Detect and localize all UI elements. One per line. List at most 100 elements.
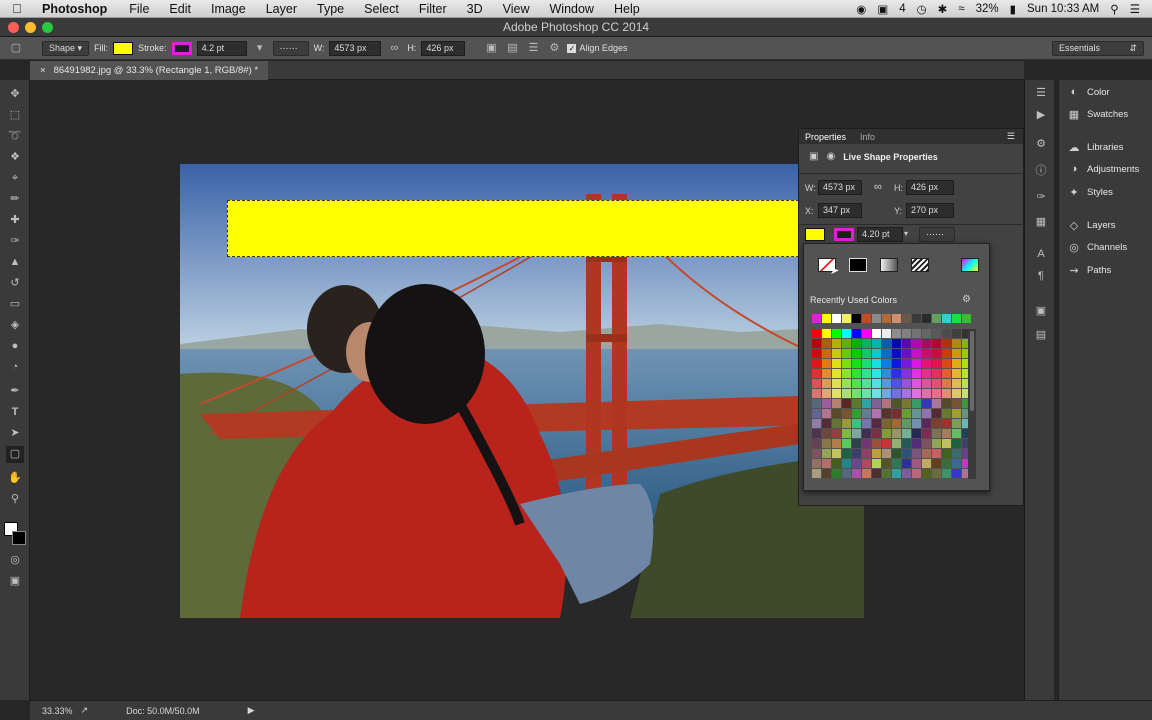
- eyedropper-tool-icon[interactable]: ✏: [6, 191, 24, 208]
- rectangle-tool-icon[interactable]: ▢: [6, 446, 24, 463]
- color-swatch[interactable]: [862, 329, 871, 338]
- color-swatch[interactable]: [922, 389, 931, 398]
- picker-scrollbar[interactable]: [968, 329, 976, 479]
- menu-3d[interactable]: 3D: [457, 2, 493, 16]
- clock-text[interactable]: Sun 10:33 AM: [1027, 3, 1099, 15]
- document-tab[interactable]: × 86491982.jpg @ 33.3% (Rectangle 1, RGB…: [30, 61, 269, 80]
- color-swatch[interactable]: [942, 449, 951, 458]
- color-swatch[interactable]: [862, 419, 871, 428]
- color-swatch[interactable]: [932, 349, 941, 358]
- color-swatch[interactable]: [852, 469, 861, 478]
- color-swatch[interactable]: [922, 449, 931, 458]
- record-icon[interactable]: ◉: [856, 2, 866, 16]
- zoom-tool-icon[interactable]: ⚲: [6, 491, 24, 508]
- color-swatch[interactable]: [832, 379, 841, 388]
- color-swatch[interactable]: [952, 379, 961, 388]
- color-swatch[interactable]: [902, 449, 911, 458]
- color-swatch[interactable]: [862, 369, 871, 378]
- blur-tool-icon[interactable]: ●: [6, 338, 24, 355]
- color-swatch[interactable]: [932, 359, 941, 368]
- healing-brush-tool-icon[interactable]: ✚: [6, 212, 24, 229]
- color-swatch[interactable]: [872, 429, 881, 438]
- color-swatch[interactable]: [832, 329, 841, 338]
- width-field[interactable]: 4573 px: [329, 40, 382, 56]
- color-swatch[interactable]: [912, 469, 921, 478]
- recent-color-swatch[interactable]: [812, 314, 821, 323]
- color-swatch[interactable]: [842, 329, 851, 338]
- color-swatch[interactable]: [952, 419, 961, 428]
- recent-color-swatch[interactable]: [872, 314, 881, 323]
- color-swatch[interactable]: [862, 439, 871, 448]
- menu-edit[interactable]: Edit: [159, 2, 201, 16]
- color-swatch[interactable]: [852, 349, 861, 358]
- align-edges-checkbox[interactable]: ✓ Align Edges: [567, 43, 627, 53]
- prop-h-field[interactable]: 426 px: [906, 180, 954, 195]
- channels-panel-item[interactable]: ◎ Channels: [1067, 241, 1127, 255]
- panel-menu-icon[interactable]: ☰: [1007, 131, 1015, 142]
- color-swatch[interactable]: [932, 469, 941, 478]
- color-swatch[interactable]: [942, 399, 951, 408]
- color-swatch[interactable]: [852, 449, 861, 458]
- color-swatch[interactable]: [912, 349, 921, 358]
- menu-help[interactable]: Help: [604, 2, 650, 16]
- prop-x-field[interactable]: 347 px: [818, 203, 862, 218]
- stroke-width-field[interactable]: 4.2 pt: [196, 40, 247, 56]
- color-swatch[interactable]: [832, 349, 841, 358]
- color-swatch[interactable]: [932, 429, 941, 438]
- color-swatch[interactable]: [872, 329, 881, 338]
- color-swatch[interactable]: [922, 379, 931, 388]
- color-swatch[interactable]: [882, 379, 891, 388]
- tab-properties[interactable]: Properties: [805, 132, 846, 142]
- color-swatch[interactable]: [922, 349, 931, 358]
- gear-icon[interactable]: ⚙: [546, 41, 562, 56]
- color-swatch[interactable]: [882, 439, 891, 448]
- color-swatch[interactable]: [952, 459, 961, 468]
- color-swatch[interactable]: [812, 449, 821, 458]
- color-swatch[interactable]: [882, 349, 891, 358]
- color-swatch[interactable]: [812, 349, 821, 358]
- swatches-panel-item[interactable]: ▦ Swatches: [1067, 108, 1128, 122]
- menu-image[interactable]: Image: [201, 2, 256, 16]
- color-swatch[interactable]: [892, 359, 901, 368]
- move-tool-icon[interactable]: ✥: [6, 86, 24, 103]
- pattern-button[interactable]: [911, 258, 929, 272]
- prop-stroke-type-dropdown[interactable]: ⋯⋯: [919, 227, 955, 242]
- properties-panel-icon[interactable]: ⚙: [1033, 137, 1049, 153]
- color-swatch[interactable]: [812, 329, 821, 338]
- recent-color-swatch[interactable]: [932, 314, 941, 323]
- color-swatch[interactable]: [922, 339, 931, 348]
- color-swatch[interactable]: [852, 389, 861, 398]
- recent-color-swatch[interactable]: [942, 314, 951, 323]
- color-swatch[interactable]: [952, 339, 961, 348]
- color-swatch[interactable]: [902, 359, 911, 368]
- stroke-type-dropdown[interactable]: ⋯⋯: [272, 40, 309, 56]
- color-swatch[interactable]: [942, 409, 951, 418]
- height-field[interactable]: 426 px: [421, 40, 466, 56]
- color-swatch[interactable]: [922, 419, 931, 428]
- color-swatch[interactable]: [902, 429, 911, 438]
- color-swatch[interactable]: [872, 449, 881, 458]
- color-swatch[interactable]: [832, 389, 841, 398]
- color-swatch[interactable]: [872, 359, 881, 368]
- color-swatch[interactable]: [832, 439, 841, 448]
- menu-file[interactable]: File: [119, 2, 159, 16]
- color-swatch[interactable]: [942, 429, 951, 438]
- brush-presets-icon[interactable]: ▦: [1033, 215, 1049, 231]
- color-swatch[interactable]: [852, 459, 861, 468]
- color-swatch[interactable]: [812, 419, 821, 428]
- color-swatch[interactable]: [942, 459, 951, 468]
- prop-stroke-width-field[interactable]: 4.20 pt: [857, 227, 903, 242]
- color-swatch[interactable]: [942, 369, 951, 378]
- menu-select[interactable]: Select: [354, 2, 409, 16]
- color-swatch[interactable]: [892, 399, 901, 408]
- color-swatch[interactable]: [902, 469, 911, 478]
- wifi-icon[interactable]: ≈: [958, 3, 964, 15]
- color-swatch[interactable]: [822, 329, 831, 338]
- styles-panel-item[interactable]: ✦ Styles: [1067, 186, 1112, 200]
- color-swatch[interactable]: [912, 359, 921, 368]
- color-swatch[interactable]: [942, 359, 951, 368]
- zoom-window-button[interactable]: [42, 22, 53, 33]
- color-swatch[interactable]: [922, 409, 931, 418]
- menu-type[interactable]: Type: [307, 2, 354, 16]
- layer-comps-icon[interactable]: ▣: [1033, 304, 1049, 320]
